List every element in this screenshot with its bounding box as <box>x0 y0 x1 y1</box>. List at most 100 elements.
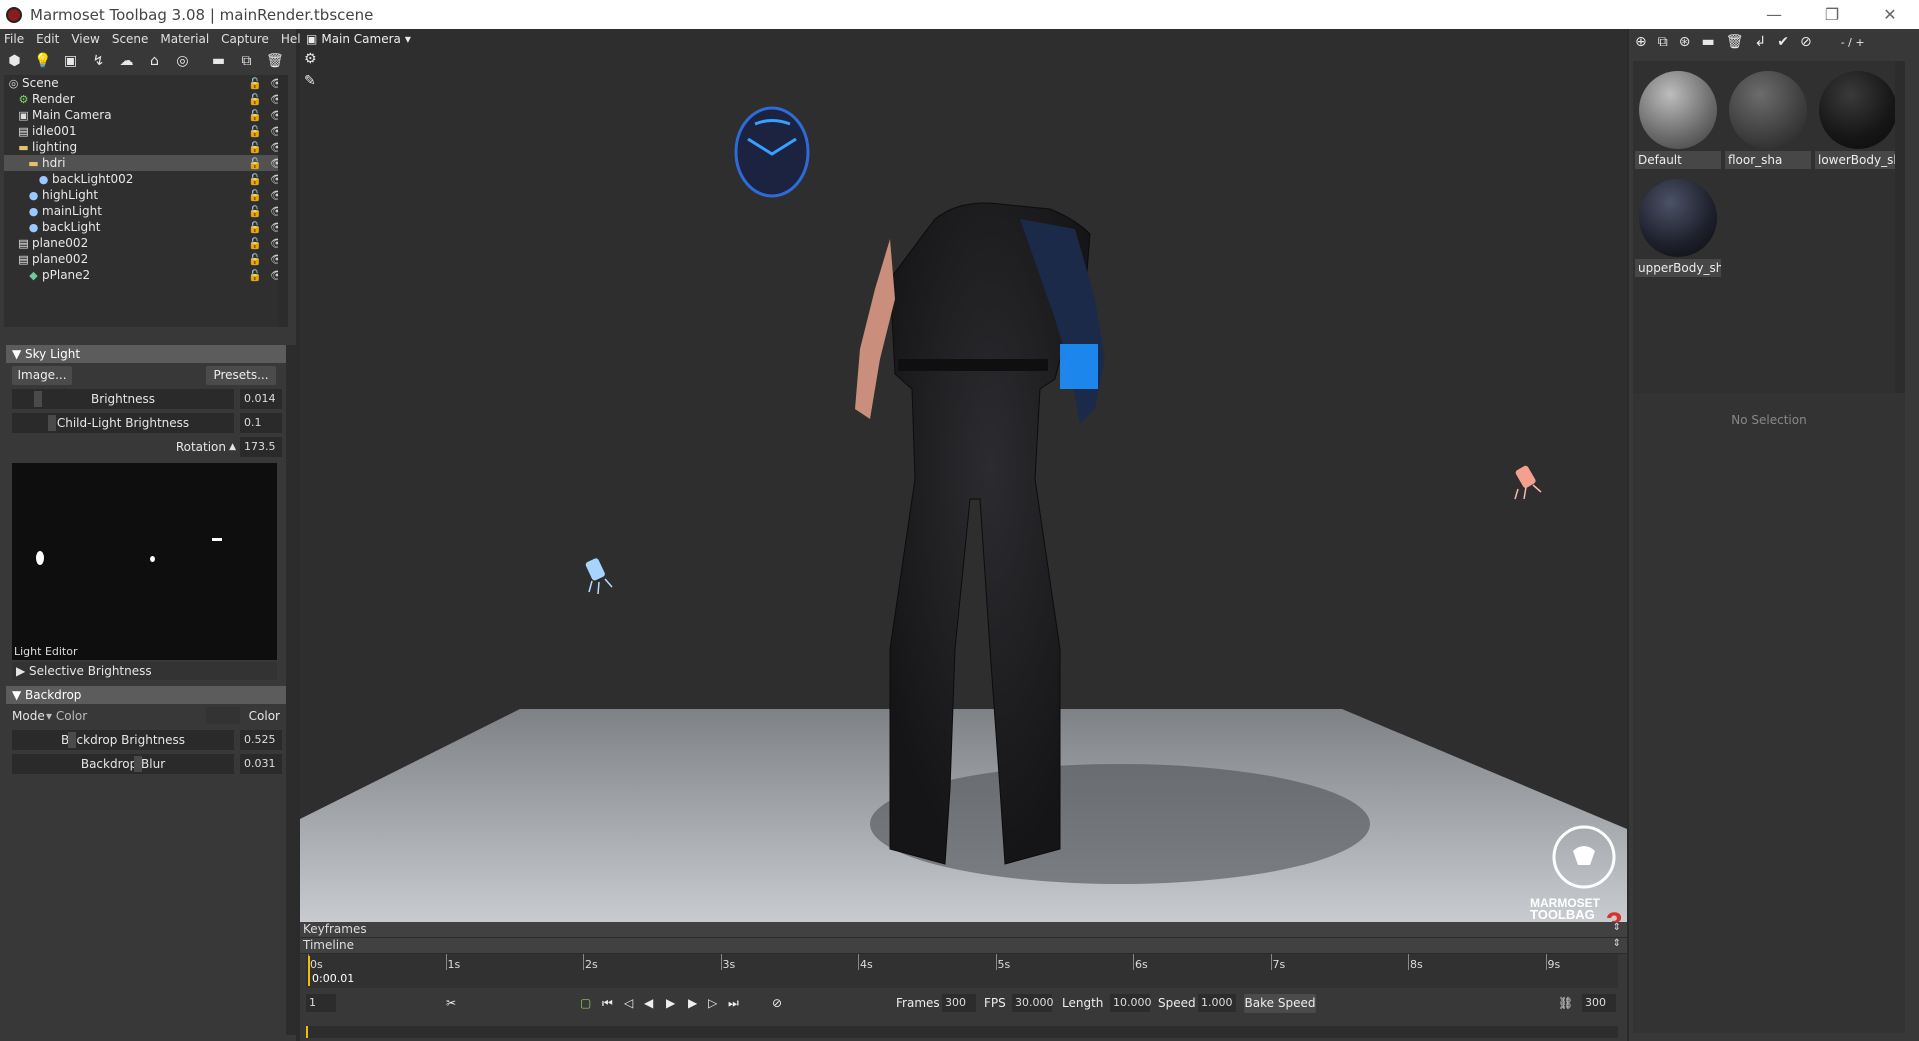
scene-tree-item[interactable]: ●backLight🔓👁 <box>4 219 288 235</box>
add-turntable-icon[interactable]: ↯ <box>90 53 107 69</box>
brightness-field[interactable]: 0.014 <box>240 389 282 409</box>
hdr-light-spot[interactable] <box>150 556 155 562</box>
material-scrollbar[interactable] <box>1895 61 1905 417</box>
maximize-button[interactable]: ❐ <box>1803 0 1861 29</box>
pick-material-icon[interactable]: ↲ <box>1754 34 1766 50</box>
menu-material[interactable]: Material <box>160 32 209 46</box>
add-mesh-icon[interactable]: ⬢ <box>6 53 23 69</box>
step-back-icon[interactable]: ◀ <box>644 996 653 1010</box>
add-material-icon[interactable]: ⊕ <box>1635 34 1647 50</box>
skip-start-icon[interactable]: ⏮ <box>602 996 613 1011</box>
playhead[interactable] <box>308 956 310 986</box>
step-forward-icon[interactable]: ▶ <box>688 996 697 1010</box>
delete-icon[interactable]: 🗑 <box>1726 34 1744 50</box>
lock-icon[interactable]: 🔓 <box>248 269 262 282</box>
slider-handle[interactable] <box>68 732 76 748</box>
play-icon[interactable]: ▶ <box>666 996 675 1010</box>
close-button[interactable]: ✕ <box>1861 0 1919 29</box>
prev-key-icon[interactable]: ◁ <box>624 996 633 1010</box>
sky-presets-button[interactable]: Presets... <box>206 365 276 385</box>
scene-tree-item[interactable]: ▣Main Camera🔓👁 <box>4 107 288 123</box>
scene-tree-item[interactable]: ▬hdri🔓👁 <box>4 155 288 171</box>
duplicate-icon[interactable]: ⧉ <box>238 53 255 69</box>
compass-icon[interactable]: ⊘ <box>1800 34 1812 50</box>
camera-dropdown[interactable]: Main Camera <box>321 32 401 46</box>
scene-tree-item[interactable]: ▤plane002🔓👁 <box>4 235 288 251</box>
expand-icon[interactable]: ⇕ <box>1613 922 1621 933</box>
menu-file[interactable]: File <box>4 32 24 46</box>
lock-icon[interactable]: 🔓 <box>248 125 262 138</box>
fps-field[interactable]: 30.000 <box>1012 994 1054 1012</box>
scene-tree-item[interactable]: ◎Scene🔓👁 <box>4 75 288 91</box>
chevron-down-icon[interactable]: ▾ <box>405 32 411 46</box>
current-frame-field[interactable]: 1 <box>306 994 336 1012</box>
timeline-scroll-track[interactable] <box>306 1026 1618 1038</box>
menu-scene[interactable]: Scene <box>112 32 149 46</box>
keyframes-bar[interactable]: Keyframes ⇕ <box>300 922 1627 938</box>
hdr-light-spot[interactable] <box>212 538 222 541</box>
lock-icon[interactable]: 🔓 <box>248 109 262 122</box>
material-lowerbody-sha[interactable]: lowerBody_sha <box>1815 67 1901 169</box>
hdr-light-spot[interactable] <box>36 551 44 565</box>
settings-gear-icon[interactable]: ⚙ <box>304 51 317 67</box>
timeline-bar[interactable]: Timeline ⇕ <box>300 938 1627 954</box>
timeline-scroll-marker[interactable] <box>306 1026 308 1038</box>
scene-tree-item[interactable]: ▬lighting🔓👁 <box>4 139 288 155</box>
add-sky-icon[interactable]: ☁ <box>118 53 135 69</box>
scene-tree-item[interactable]: ▤idle001🔓👁 <box>4 123 288 139</box>
frames-field[interactable]: 300 <box>942 994 976 1012</box>
lock-icon[interactable]: 🔓 <box>248 221 262 234</box>
lock-icon[interactable]: 🔓 <box>248 157 262 170</box>
next-key-icon[interactable]: ▷ <box>708 996 717 1010</box>
child-brightness-slider[interactable]: Child-Light Brightness <box>12 413 234 433</box>
apply-icon[interactable]: ✔ <box>1777 34 1789 50</box>
slider-handle[interactable] <box>134 756 142 772</box>
sky-light-section[interactable]: ▼ Sky Light <box>6 345 286 363</box>
backdrop-section[interactable]: ▼ Backdrop <box>6 686 286 704</box>
child-brightness-field[interactable]: 0.1 <box>240 413 282 433</box>
lock-icon[interactable]: 🔓 <box>248 93 262 106</box>
menu-capture[interactable]: Capture <box>221 32 269 46</box>
material-floor-sha[interactable]: floor_sha <box>1725 67 1811 169</box>
lock-icon[interactable]: 🔓 <box>248 253 262 266</box>
menu-edit[interactable]: Edit <box>36 32 59 46</box>
lock-icon[interactable]: 🔓 <box>248 189 262 202</box>
material-upperbody-sha[interactable]: upperBody_sha <box>1635 175 1721 277</box>
lock-icon[interactable]: 🔓 <box>248 77 262 90</box>
light-editor-preview[interactable]: Light Editor <box>12 463 277 660</box>
highlight-light-gizmo[interactable] <box>585 557 613 595</box>
link-icon[interactable]: ⛓ <box>1558 996 1573 1010</box>
time-ruler[interactable]: 0s 1s 2s 3s 4s 5s 6s 7s 8s 9s 0:00.01 <box>306 954 1618 988</box>
scene-tree-item[interactable]: ●mainLight🔓👁 <box>4 203 288 219</box>
lock-icon[interactable]: 🔓 <box>248 237 262 250</box>
add-light-icon[interactable]: 💡 <box>34 53 51 69</box>
sky-image-button[interactable]: Image... <box>12 365 72 385</box>
folder-icon[interactable]: ▬ <box>1701 34 1714 50</box>
length-field[interactable]: 10.000 <box>1110 994 1152 1012</box>
end-frame-field[interactable]: 300 <box>1582 994 1616 1012</box>
backlight-light-gizmo[interactable] <box>1514 465 1542 500</box>
outliner-scrollbar[interactable] <box>278 75 288 327</box>
selective-brightness-section[interactable]: ▶ Selective Brightness <box>12 662 277 680</box>
scene-tree-item[interactable]: ●backLight002🔓👁 <box>4 171 288 187</box>
bake-speed-button[interactable]: Bake Speed <box>1244 994 1316 1013</box>
skip-end-icon[interactable]: ⏭ <box>728 996 739 1011</box>
duplicate-material-icon[interactable]: ⧉ <box>1658 34 1668 50</box>
paint-brush-icon[interactable]: ✎ <box>304 73 317 89</box>
speed-field[interactable]: 1.000 <box>1198 994 1236 1012</box>
delete-icon[interactable]: 🗑 <box>266 53 284 69</box>
slider-handle[interactable] <box>34 391 42 407</box>
add-camera-icon[interactable]: ▣ <box>62 53 79 69</box>
backdrop-blur-slider[interactable]: Backdrop Blur <box>12 754 234 774</box>
material-default[interactable]: Default <box>1635 67 1721 169</box>
lock-icon[interactable]: 🔓 <box>248 141 262 154</box>
playback-settings-icon[interactable]: ⊘ <box>772 996 782 1010</box>
spinner-icon[interactable]: ▲ <box>229 442 236 452</box>
scene-tree-item[interactable]: ◆pPlane2🔓👁 <box>4 267 288 283</box>
backdrop-color-swatch[interactable] <box>206 707 240 724</box>
lock-icon[interactable]: 🔓 <box>248 173 262 186</box>
scene-tree-item[interactable]: ●highLight🔓👁 <box>4 187 288 203</box>
brightness-slider[interactable]: Brightness <box>12 389 234 409</box>
backdrop-brightness-slider[interactable]: Backdrop Brightness <box>12 730 234 750</box>
lock-icon[interactable]: 🔓 <box>248 205 262 218</box>
